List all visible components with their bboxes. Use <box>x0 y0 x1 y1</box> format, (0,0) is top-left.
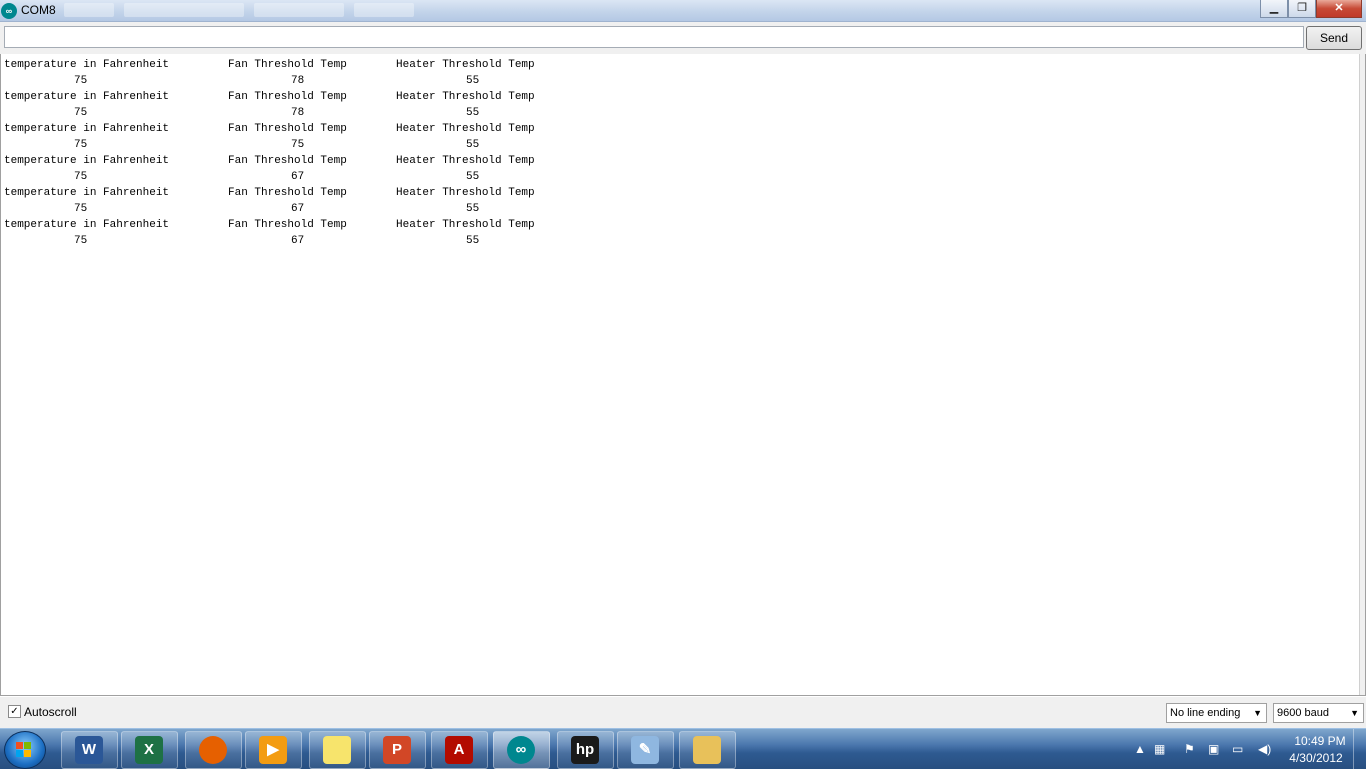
send-toolbar: Send <box>0 22 1366 55</box>
taskbar-button-firefox[interactable] <box>185 731 242 769</box>
volume-icon[interactable]: ◀) <box>1258 742 1271 756</box>
heater-threshold-label: Heater Threshold Temp <box>396 187 535 199</box>
taskbar-button-hp[interactable]: hp <box>557 731 614 769</box>
taskbar-button-arduino[interactable]: ∞ <box>493 731 550 769</box>
temperature-label: temperature in Fahrenheit <box>4 59 170 71</box>
excel-icon: X <box>135 736 163 764</box>
sticky-notes-icon <box>323 736 351 764</box>
close-button[interactable]: ✕ <box>1316 0 1362 18</box>
action-center-icon[interactable]: ⚑ <box>1184 742 1195 756</box>
fan-threshold-value: 67 <box>291 203 305 215</box>
arduino-icon: ∞ <box>507 736 535 764</box>
fan-threshold-label: Fan Threshold Temp <box>228 59 347 71</box>
temperature-value: 75 <box>74 139 88 151</box>
media-player-icon: ▶ <box>259 736 287 764</box>
heater-threshold-label: Heater Threshold Temp <box>396 219 535 231</box>
fan-threshold-label: Fan Threshold Temp <box>228 123 347 135</box>
autoscroll-label: Autoscroll <box>24 705 77 719</box>
serial-send-input[interactable] <box>4 26 1304 48</box>
taskbar-button-word[interactable]: W <box>61 731 118 769</box>
heater-threshold-value: 55 <box>466 139 480 151</box>
device-icon[interactable]: ▣ <box>1208 742 1219 756</box>
heater-threshold-label: Heater Threshold Temp <box>396 155 535 167</box>
serial-output-area[interactable]: temperature in Fahrenheit Fan Threshold T… <box>0 54 1366 696</box>
baud-rate-value: 9600 baud <box>1277 707 1329 719</box>
vertical-scrollbar[interactable] <box>1359 54 1365 695</box>
serial-options-bar: ✓ Autoscroll No line ending ▼ 9600 baud … <box>0 697 1366 729</box>
fan-threshold-label: Fan Threshold Temp <box>228 155 347 167</box>
temperature-label: temperature in Fahrenheit <box>4 219 170 231</box>
arduino-icon: ∞ <box>1 3 17 19</box>
temperature-label: temperature in Fahrenheit <box>4 155 170 167</box>
windows-flag-tray-icon[interactable]: ▦ <box>1154 742 1165 756</box>
minimize-button[interactable]: ▁ <box>1260 0 1288 18</box>
network-icon[interactable]: ▭ <box>1232 742 1243 756</box>
temperature-label: temperature in Fahrenheit <box>4 123 170 135</box>
show-hidden-icons-icon[interactable]: ▲ <box>1134 742 1146 756</box>
fan-threshold-value: 67 <box>291 171 305 183</box>
taskbar-button-acrobat[interactable]: A <box>431 731 488 769</box>
clock-date[interactable]: 4/30/2012 <box>1282 751 1350 765</box>
fan-threshold-label: Fan Threshold Temp <box>228 91 347 103</box>
heater-threshold-label: Heater Threshold Temp <box>396 91 535 103</box>
clock-time[interactable]: 10:49 PM <box>1290 734 1350 748</box>
background-title-ghost <box>64 3 484 17</box>
windows-logo-icon <box>16 742 32 758</box>
taskbar-button-paint[interactable]: ✎ <box>617 731 674 769</box>
heater-threshold-value: 55 <box>466 235 480 247</box>
explorer-icon <box>693 736 721 764</box>
paint-icon: ✎ <box>631 736 659 764</box>
maximize-button[interactable]: ❐ <box>1288 0 1316 18</box>
heater-threshold-value: 55 <box>466 203 480 215</box>
fan-threshold-value: 78 <box>291 75 305 87</box>
chevron-down-icon: ▼ <box>1253 708 1262 718</box>
title-bar[interactable]: ∞ COM8 ▁ ❐ ✕ <box>0 0 1366 22</box>
firefox-icon <box>199 736 227 764</box>
fan-threshold-label: Fan Threshold Temp <box>228 219 347 231</box>
temperature-value: 75 <box>74 75 88 87</box>
fan-threshold-label: Fan Threshold Temp <box>228 187 347 199</box>
temperature-value: 75 <box>74 235 88 247</box>
taskbar-button-powerpoint[interactable]: P <box>369 731 426 769</box>
heater-threshold-value: 55 <box>466 75 480 87</box>
heater-threshold-label: Heater Threshold Temp <box>396 59 535 71</box>
fan-threshold-value: 67 <box>291 235 305 247</box>
show-desktop-button[interactable] <box>1353 729 1366 769</box>
taskbar-button-media-player[interactable]: ▶ <box>245 731 302 769</box>
heater-threshold-value: 55 <box>466 107 480 119</box>
windows-taskbar: ▲ ▦ ⚑ ▣ ▭ ◀) 10:49 PM 4/30/2012 W X ▶ P A ∞ hp… <box>0 728 1366 769</box>
heater-threshold-label: Heater Threshold Temp <box>396 123 535 135</box>
autoscroll-checkbox[interactable]: ✓ <box>8 705 21 718</box>
word-icon: W <box>75 736 103 764</box>
taskbar-button-explorer[interactable] <box>679 731 736 769</box>
start-button[interactable] <box>4 731 46 769</box>
powerpoint-icon: P <box>383 736 411 764</box>
taskbar-button-sticky-notes[interactable] <box>309 731 366 769</box>
heater-threshold-value: 55 <box>466 171 480 183</box>
chevron-down-icon: ▼ <box>1350 708 1359 718</box>
send-button[interactable]: Send <box>1306 26 1362 50</box>
line-ending-value: No line ending <box>1170 707 1241 719</box>
temperature-value: 75 <box>74 107 88 119</box>
taskbar-button-excel[interactable]: X <box>121 731 178 769</box>
temperature-label: temperature in Fahrenheit <box>4 187 170 199</box>
fan-threshold-value: 75 <box>291 139 305 151</box>
window-controls: ▁ ❐ ✕ <box>1260 0 1362 18</box>
fan-threshold-value: 78 <box>291 107 305 119</box>
temperature-value: 75 <box>74 171 88 183</box>
acrobat-icon: A <box>445 736 473 764</box>
window-title: COM8 <box>21 3 56 17</box>
temperature-label: temperature in Fahrenheit <box>4 91 170 103</box>
temperature-value: 75 <box>74 203 88 215</box>
line-ending-select[interactable]: No line ending ▼ <box>1166 703 1267 723</box>
baud-rate-select[interactable]: 9600 baud ▼ <box>1273 703 1364 723</box>
hp-icon: hp <box>571 736 599 764</box>
